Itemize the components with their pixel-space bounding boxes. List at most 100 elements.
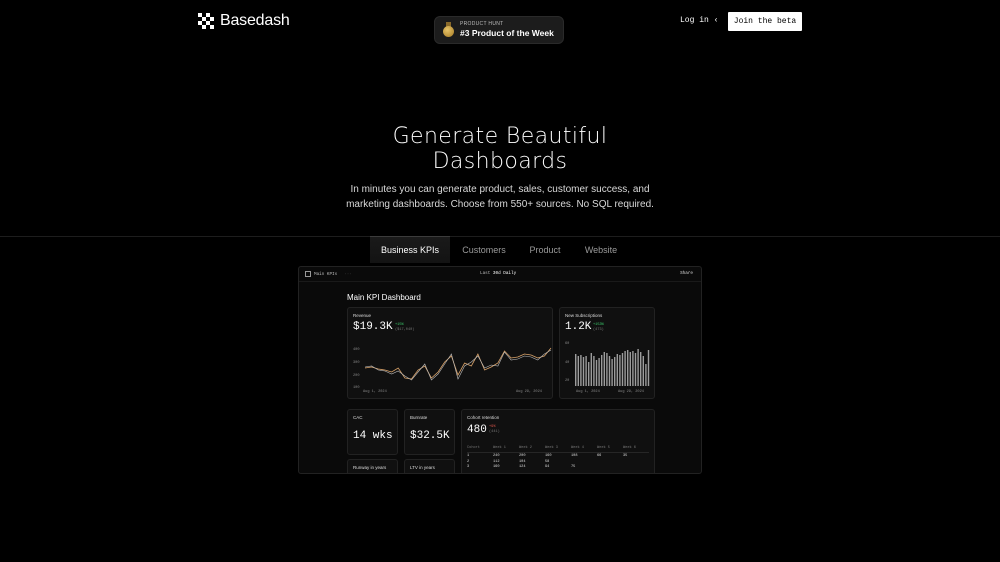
medal-icon — [443, 22, 454, 38]
y-tick: 100 — [353, 386, 360, 390]
y-tick: 60 — [565, 342, 570, 346]
range-value: 30d — [492, 271, 501, 276]
ltv-label: LTV in years — [410, 465, 435, 470]
x-tick-end: Aug 29, 2024 — [618, 390, 644, 394]
subscriptions-label: New Subscriptions — [565, 313, 603, 318]
breadcrumb[interactable]: Main KPIs ··· — [305, 271, 352, 277]
y-tick: 40 — [565, 361, 570, 365]
bar — [593, 356, 595, 386]
subscriptions-delta: +153% — [593, 323, 604, 327]
y-tick: 20 — [565, 379, 570, 383]
runway-card[interactable]: Runway in years — [347, 459, 398, 473]
product-hunt-label: PRODUCT HUNT — [460, 21, 504, 28]
revenue-value: $19.3K — [353, 321, 393, 333]
bar — [601, 355, 603, 386]
bar — [619, 355, 621, 386]
bar — [585, 356, 587, 386]
bar — [637, 349, 639, 386]
product-hunt-rank: #3 Product of the Week — [460, 28, 554, 39]
cohort-label: Cohort retention — [467, 415, 500, 420]
x-tick-end: Aug 29, 2024 — [516, 390, 542, 394]
table-cell: 94 — [545, 465, 550, 469]
bar — [647, 350, 650, 386]
bar — [582, 357, 585, 386]
bar — [621, 353, 624, 386]
bar — [580, 355, 582, 386]
logo[interactable]: Basedash — [198, 12, 290, 30]
more-icon[interactable]: ··· — [344, 272, 352, 277]
revenue-prev: ($17,040) — [395, 328, 415, 332]
bar — [645, 364, 647, 386]
bar — [629, 352, 631, 386]
dashboard-title: Main KPI Dashboard — [347, 293, 421, 302]
dashboard-preview: Main KPIs ··· Last 30d Daily Share Main … — [298, 266, 702, 474]
bar — [627, 350, 629, 386]
cohort-table: Cohort Week 1 Week 2 Week 3 Week 4 Week … — [467, 446, 649, 469]
bar — [588, 362, 590, 386]
hero-title-line2: Dashboards — [432, 149, 568, 174]
cac-card[interactable]: CAC 14 wks — [347, 409, 398, 455]
product-hunt-badge[interactable]: PRODUCT HUNT #3 Product of the Week — [434, 16, 564, 44]
hero-subtitle: In minutes you can generate product, sal… — [300, 182, 700, 212]
tab-website[interactable]: Website — [572, 236, 630, 263]
breadcrumb-label: Main KPIs — [314, 271, 338, 277]
table-row: 3 160 124 94 75 — [467, 464, 649, 470]
subscriptions-value: 1.2K — [565, 321, 592, 333]
bar — [575, 354, 577, 386]
burnrate-card[interactable]: Burnrate $32.5K — [404, 409, 455, 455]
logo-text: Basedash — [220, 12, 290, 29]
subscriptions-bar-chart — [575, 349, 650, 386]
x-tick-start: Aug 1, 2024 — [363, 390, 387, 394]
burnrate-value: $32.5K — [410, 430, 450, 442]
bar — [611, 359, 613, 386]
burnrate-label: Burnrate — [410, 415, 428, 420]
bar — [577, 356, 579, 386]
cac-value: 14 wks — [353, 430, 393, 442]
table-cell — [623, 464, 649, 470]
date-range-selector[interactable]: Last 30d Daily — [480, 271, 516, 276]
revenue-card[interactable]: Revenue $19.3K +15% ($17,040) 400 300 20… — [347, 307, 553, 399]
dashboard-topbar: Main KPIs ··· Last 30d Daily Share — [299, 267, 701, 282]
revenue-label: Revenue — [353, 313, 372, 318]
cac-label: CAC — [353, 415, 363, 420]
range-prefix: Last — [480, 271, 491, 276]
login-label: Log in — [680, 16, 709, 25]
bar — [608, 356, 611, 386]
subscriptions-card[interactable]: New Subscriptions 1.2K +153% (473) 60 40… — [559, 307, 655, 399]
cohort-prev: (441) — [489, 430, 500, 434]
table-cell: 3 — [467, 465, 470, 469]
bar — [595, 360, 598, 386]
hero-subtitle-line1: In minutes you can generate product, sal… — [350, 184, 650, 195]
hero-title-line1: Generate Beautiful — [392, 124, 608, 149]
tab-product[interactable]: Product — [518, 236, 572, 263]
hero-title: Generate Beautiful Dashboards — [0, 124, 1000, 174]
cohort-value: 480 — [467, 424, 487, 436]
ltv-card[interactable]: LTV in years — [404, 459, 455, 473]
y-tick: 200 — [353, 374, 360, 378]
range-interval: Daily — [503, 271, 517, 276]
bar — [603, 352, 605, 386]
tab-business-kpis[interactable]: Business KPIs — [370, 236, 450, 263]
login-link[interactable]: Log in ‹ — [680, 16, 718, 25]
revenue-series-primary — [364, 347, 552, 380]
bar — [616, 354, 618, 386]
bar — [634, 353, 637, 386]
dashboard-tabs: Business KPIs Customers Product Website — [370, 236, 630, 263]
subscriptions-prev: (473) — [593, 328, 604, 332]
bar — [598, 358, 600, 386]
y-tick: 300 — [353, 361, 360, 365]
share-button[interactable]: Share — [680, 271, 693, 276]
bar — [606, 353, 608, 386]
chevron-left-icon: ‹ — [713, 16, 719, 25]
bar — [640, 352, 642, 386]
bar — [614, 357, 616, 386]
cohort-card[interactable]: Cohort retention 480 +9% (441) Cohort We… — [461, 409, 655, 473]
tab-customers[interactable]: Customers — [450, 236, 518, 263]
table-cell: 75 — [571, 465, 576, 469]
y-tick: 400 — [353, 348, 360, 352]
sidebar-toggle-icon[interactable] — [305, 271, 311, 277]
join-beta-button[interactable]: Join the beta — [728, 12, 802, 31]
bar — [624, 351, 626, 386]
bar — [590, 353, 592, 386]
bar — [642, 356, 644, 386]
